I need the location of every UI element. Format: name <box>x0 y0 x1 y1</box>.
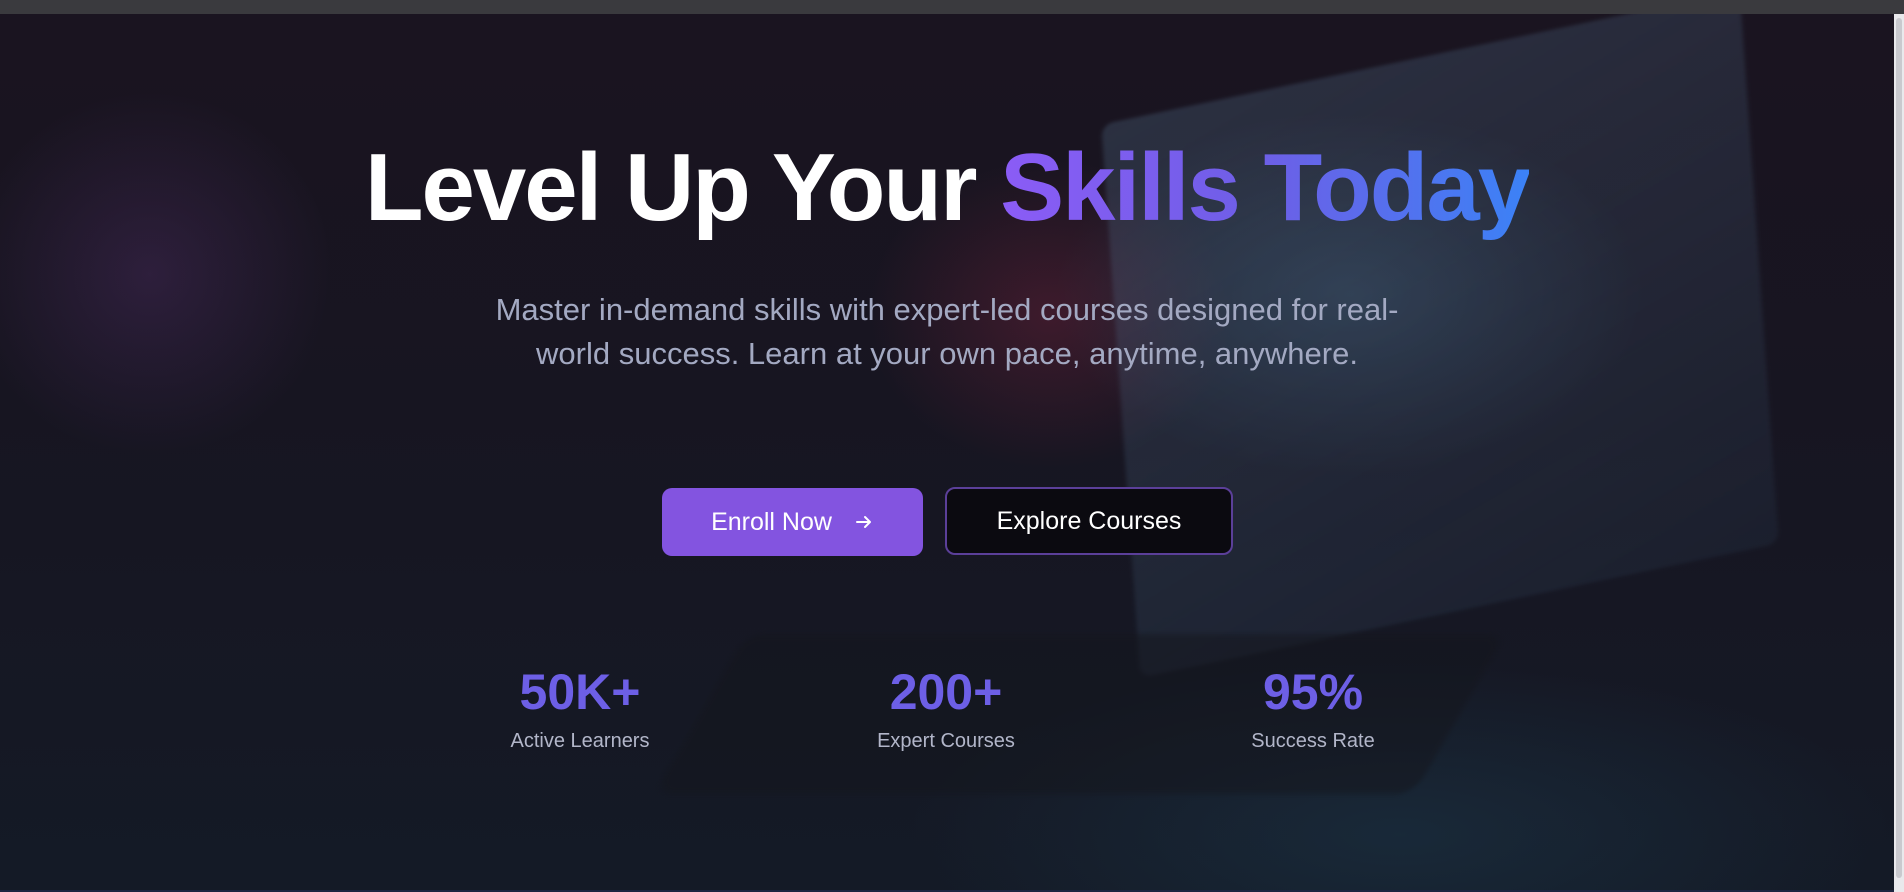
enroll-now-label: Enroll Now <box>711 507 832 536</box>
stats-row: 50K+ Active Learners 200+ Expert Courses… <box>0 662 1894 772</box>
stat-value: 200+ <box>889 664 1003 720</box>
stat-label: Success Rate <box>1251 730 1375 752</box>
headline-accent-text: Skills Today <box>1000 134 1531 241</box>
stat-value: 95% <box>1262 664 1364 720</box>
stat-success-rate: 95% Success Rate <box>1183 662 1443 754</box>
explore-courses-label: Explore Courses <box>996 506 1182 535</box>
hero-subtitle: Master in-demand skills with expert-led … <box>495 292 1399 371</box>
hero-headline: Level Up Your Skills Today <box>0 128 1894 248</box>
browser-top-bar <box>0 0 1904 14</box>
explore-courses-button[interactable]: Explore Courses <box>945 487 1233 555</box>
stat-value: 50K+ <box>519 664 641 720</box>
arrow-right-icon <box>855 516 871 528</box>
scrollbar-thumb[interactable] <box>1896 18 1902 878</box>
stat-active-learners: 50K+ Active Learners <box>450 662 710 754</box>
stat-expert-courses: 200+ Expert Courses <box>816 662 1076 754</box>
stat-label: Active Learners <box>510 730 650 752</box>
enroll-now-button[interactable]: Enroll Now <box>662 488 923 556</box>
headline-plain-text: Level Up Your <box>364 134 1001 241</box>
stat-label: Expert Courses <box>877 730 1015 752</box>
